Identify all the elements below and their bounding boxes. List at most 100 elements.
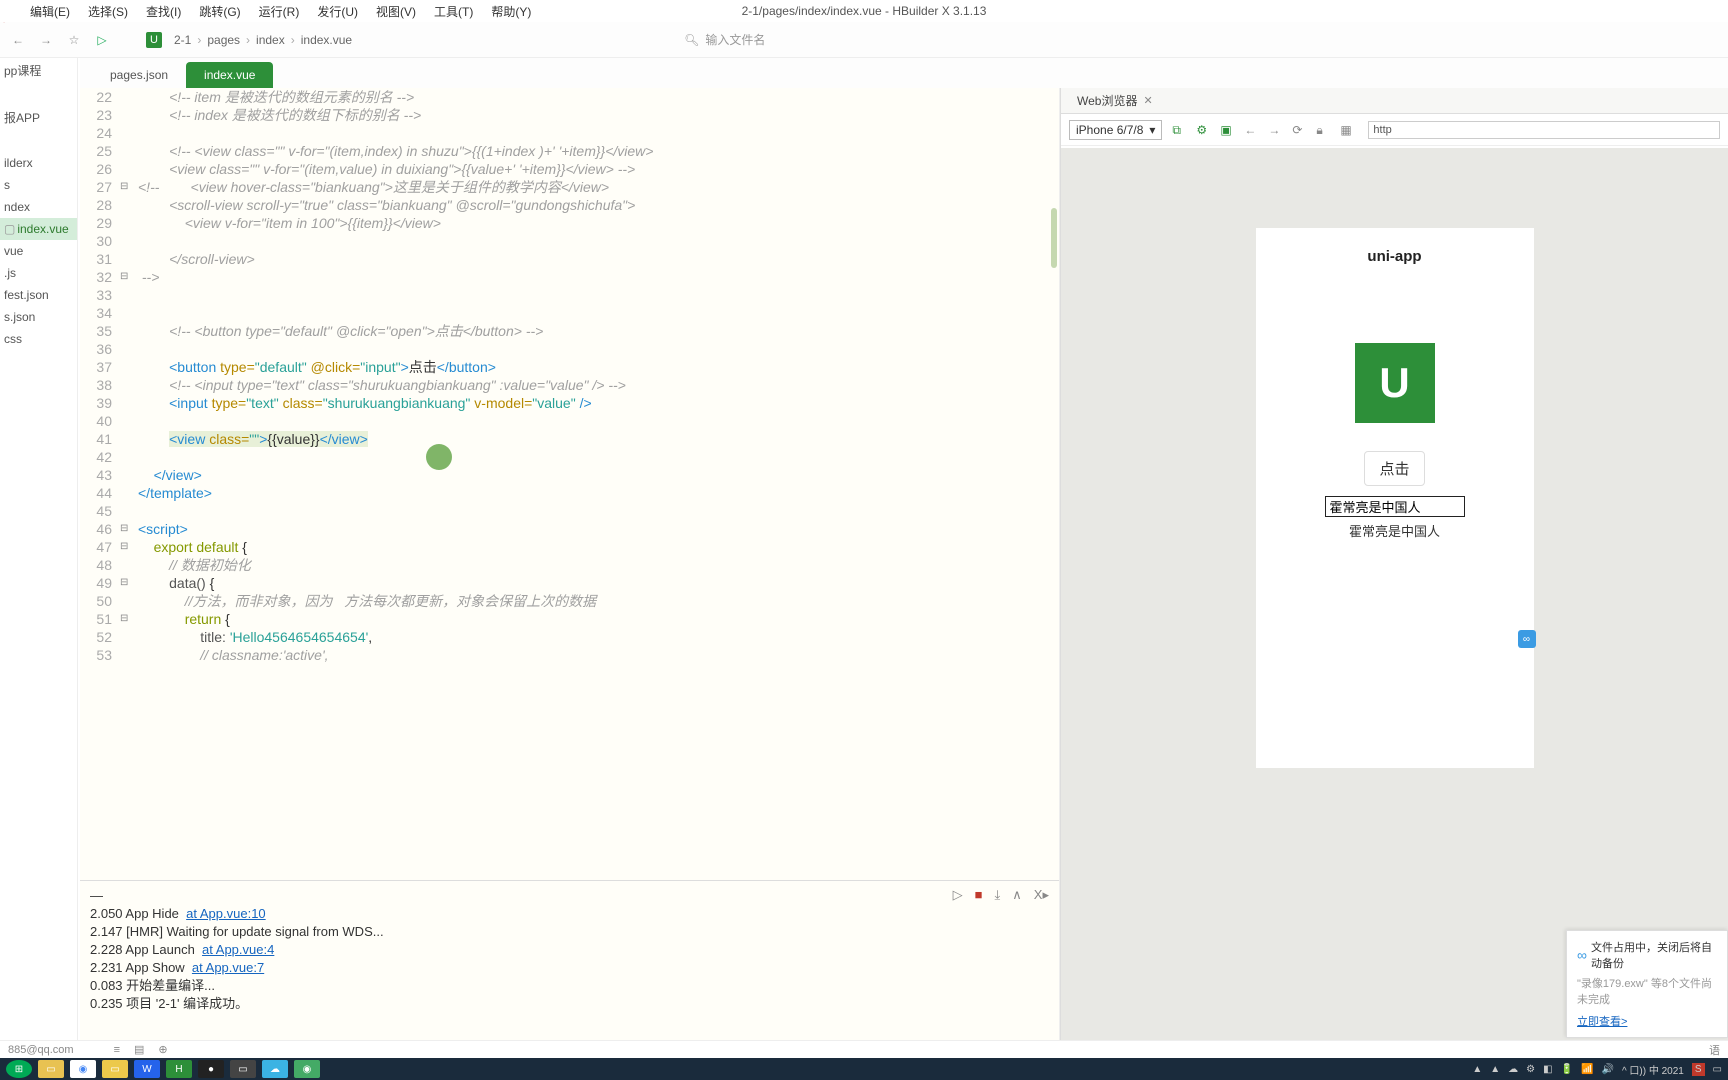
- preview-title: uni-app: [1256, 244, 1534, 283]
- sidebar-item-active[interactable]: ▢index.vue: [0, 218, 77, 240]
- preview-logo: U: [1355, 343, 1435, 423]
- menu-run[interactable]: 运行(R): [259, 3, 300, 20]
- sidebar-item[interactable]: ilderx: [0, 152, 77, 174]
- url-input[interactable]: http: [1368, 121, 1720, 139]
- menu-select[interactable]: 选择(S): [88, 3, 128, 20]
- console-export-icon[interactable]: ⤓: [995, 887, 1001, 903]
- crumb-1[interactable]: pages: [207, 33, 240, 47]
- browser-panel: Web浏览器 ✕ iPhone 6/7/8▾ ⧉ ⚙ ▣ ← → ⟳ 🔒︎ ▦ …: [1060, 88, 1728, 1040]
- cloud-icon: ∞: [1577, 947, 1587, 963]
- console-line: —: [90, 887, 1049, 905]
- system-tray[interactable]: ▲▲☁⚙◧🔋📶🔊 ^ 口)) 中 2021 S ▭: [1472, 1062, 1722, 1077]
- reload-icon[interactable]: ⟳: [1292, 123, 1306, 137]
- device-select[interactable]: iPhone 6/7/8▾: [1069, 120, 1162, 140]
- preview-button[interactable]: 点击: [1364, 451, 1424, 486]
- notify-link[interactable]: 立即查看>: [1577, 1013, 1627, 1029]
- lock-icon[interactable]: 🔒︎: [1316, 123, 1330, 137]
- scrollbar-thumb[interactable]: [1051, 208, 1057, 268]
- sidebar-item[interactable]: fest.json: [0, 284, 77, 306]
- close-icon[interactable]: ✕: [1143, 94, 1152, 107]
- console-close-icon[interactable]: X▸: [1034, 887, 1049, 903]
- preview-text: 霍常亮是中国人: [1349, 521, 1440, 540]
- breadcrumb: 2-1› pages› index› index.vue: [174, 33, 352, 47]
- browser-tab-label: Web浏览器: [1077, 92, 1137, 109]
- sidebar-item[interactable]: 报APP: [0, 105, 77, 130]
- chevron-down-icon: ▾: [1149, 123, 1155, 137]
- window-title: 2-1/pages/index/index.vue - HBuilder X 3…: [742, 4, 987, 18]
- sidebar-item[interactable]: .js: [0, 262, 77, 284]
- file-search[interactable]: 🔍︎ 输入文件名: [684, 31, 765, 48]
- phone-preview: uni-app U 点击 霍常亮是中国人 ∞: [1256, 228, 1534, 768]
- notify-sub: "录像179.exw" 等8个文件尚未完成: [1577, 975, 1717, 1007]
- status-email: 885@qq.com: [8, 1044, 74, 1056]
- toolbar: ← → ☆ ▷ U 2-1› pages› index› index.vue 🔍…: [0, 22, 1728, 58]
- menubar: 编辑(E) 选择(S) 查找(I) 跳转(G) 运行(R) 发行(U) 视图(V…: [0, 0, 1728, 22]
- file-search-placeholder: 输入文件名: [705, 31, 765, 48]
- console: ▷ ■ ⤓ ∧ X▸ — 2.050 App Hide at App.vue:1…: [80, 880, 1059, 1040]
- crumb-0[interactable]: 2-1: [174, 33, 191, 47]
- filetabs: pages.json index.vue: [80, 58, 1728, 88]
- file-icon: ▢: [4, 222, 15, 236]
- taskbar: ⊞ ▭ ◉ ▭ W H ● ▭ ☁ ◉ ▲▲☁⚙◧🔋📶🔊 ^ 口)) 中 202…: [0, 1058, 1728, 1080]
- project-icon[interactable]: U: [146, 32, 162, 48]
- console-collapse-icon[interactable]: ∧: [1012, 887, 1022, 903]
- menu-help[interactable]: 帮助(Y): [491, 3, 531, 20]
- sidebar-item[interactable]: s: [0, 174, 77, 196]
- menu-edit[interactable]: 编辑(E): [30, 3, 70, 20]
- status-lang: 语: [1709, 1042, 1720, 1058]
- tab-index-vue[interactable]: index.vue: [186, 62, 273, 88]
- taskbar-item[interactable]: H: [166, 1060, 192, 1078]
- notification: ∞文件占用中，关闭后将自动备份 "录像179.exw" 等8个文件尚未完成 立即…: [1566, 930, 1728, 1038]
- console-stop-icon[interactable]: ■: [975, 887, 983, 903]
- status-icon[interactable]: ≡: [114, 1044, 120, 1056]
- cursor-indicator: [426, 444, 452, 470]
- screenshot-icon[interactable]: ▣: [1220, 123, 1234, 137]
- share-float-icon[interactable]: ∞: [1518, 630, 1536, 648]
- menu-tools[interactable]: 工具(T): [434, 3, 473, 20]
- search-icon: 🔍︎: [684, 33, 699, 47]
- notify-title: 文件占用中，关闭后将自动备份: [1591, 939, 1717, 971]
- code-editor[interactable]: 2223242526272829303132333435363738394041…: [80, 88, 1059, 880]
- status-icon[interactable]: ▤: [134, 1043, 144, 1056]
- taskbar-item[interactable]: W: [134, 1060, 160, 1078]
- menu-publish[interactable]: 发行(U): [317, 3, 358, 20]
- forward-icon[interactable]: →: [1268, 123, 1282, 137]
- menu-goto[interactable]: 跳转(G): [199, 3, 240, 20]
- menu-find[interactable]: 查找(I): [146, 3, 181, 20]
- sidebar-item[interactable]: css: [0, 328, 77, 350]
- main: pages.json index.vue 2223242526272829303…: [80, 58, 1728, 1040]
- run-icon[interactable]: ▷: [94, 32, 110, 48]
- taskbar-item[interactable]: ●: [198, 1060, 224, 1078]
- taskbar-item[interactable]: ▭: [102, 1060, 128, 1078]
- console-play-icon[interactable]: ▷: [953, 887, 963, 903]
- sidebar-item[interactable]: vue: [0, 240, 77, 262]
- taskbar-item[interactable]: ☁: [262, 1060, 288, 1078]
- preview-area: uni-app U 点击 霍常亮是中国人 ∞: [1061, 148, 1728, 1040]
- taskbar-item[interactable]: ◉: [294, 1060, 320, 1078]
- tray-ime-icon[interactable]: S: [1692, 1063, 1705, 1076]
- crumb-2[interactable]: index: [256, 33, 285, 47]
- popout-icon[interactable]: ⧉: [1172, 123, 1186, 137]
- status-icon[interactable]: ⊕: [158, 1043, 167, 1056]
- taskbar-item[interactable]: ◉: [70, 1060, 96, 1078]
- sidebar-item[interactable]: s.json: [0, 306, 77, 328]
- sidebar-item[interactable]: pp课程: [0, 58, 77, 83]
- star-icon[interactable]: ☆: [66, 32, 82, 48]
- taskbar-item[interactable]: ▭: [230, 1060, 256, 1078]
- taskbar-start[interactable]: ⊞: [6, 1060, 32, 1078]
- console-controls: ▷ ■ ⤓ ∧ X▸: [953, 887, 1049, 903]
- tab-pages-json[interactable]: pages.json: [92, 62, 186, 88]
- gear-icon[interactable]: ⚙: [1196, 123, 1210, 137]
- browser-tab[interactable]: Web浏览器 ✕: [1069, 89, 1161, 112]
- back-icon[interactable]: ←: [10, 32, 26, 48]
- menu-view[interactable]: 视图(V): [376, 3, 416, 20]
- statusbar: 885@qq.com ≡ ▤ ⊕ 语: [0, 1040, 1728, 1058]
- forward-icon[interactable]: →: [38, 32, 54, 48]
- sidebar: pp课程 报APP ilderx s ndex ▢index.vue vue .…: [0, 58, 78, 1040]
- taskbar-item[interactable]: ▭: [38, 1060, 64, 1078]
- back-icon[interactable]: ←: [1244, 123, 1258, 137]
- preview-input[interactable]: [1325, 496, 1465, 517]
- crumb-3[interactable]: index.vue: [301, 33, 352, 47]
- grid-icon[interactable]: ▦: [1340, 123, 1354, 137]
- sidebar-item[interactable]: ndex: [0, 196, 77, 218]
